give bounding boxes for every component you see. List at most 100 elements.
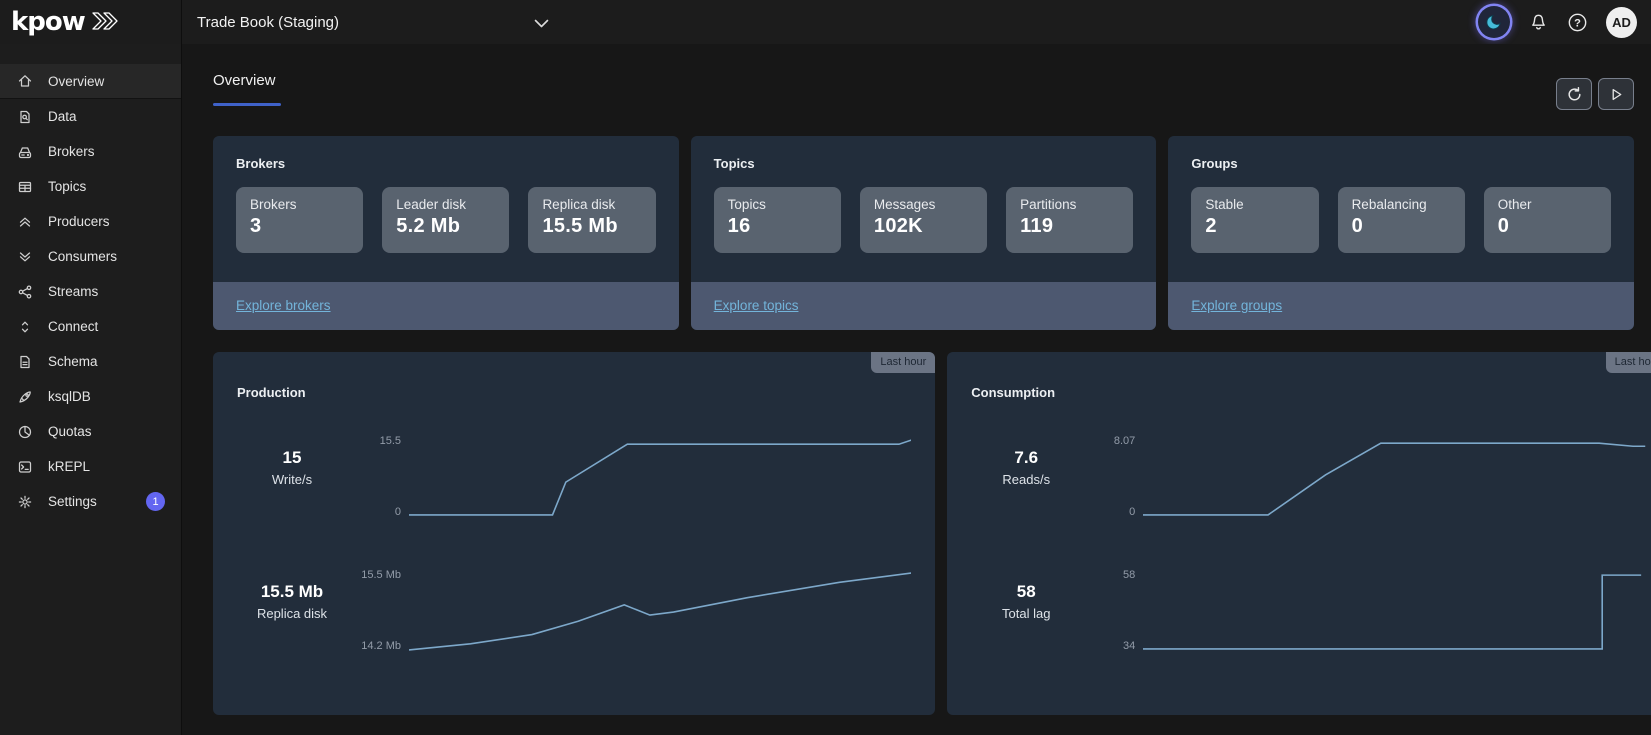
card-footer: Explore groups: [1168, 282, 1634, 330]
total-lag-sparkline: [1143, 570, 1645, 652]
refresh-icon: [1566, 86, 1583, 103]
stat-tile-stable: Stable 2: [1191, 187, 1318, 253]
sidebar-item-streams[interactable]: Streams: [0, 274, 181, 309]
writes-chart-row: 15 Write/s 15.5 0: [237, 436, 911, 518]
document-icon: [16, 353, 33, 370]
sidebar-item-label: Schema: [48, 354, 98, 369]
top-bar: kpow Trade Book (Staging): [0, 0, 1651, 44]
chevron-down-icon: [534, 15, 549, 33]
sidebar-item-label: Overview: [48, 74, 104, 89]
play-icon: [1609, 87, 1624, 102]
sidebar-item-krepl[interactable]: kREPL: [0, 449, 181, 484]
stat-tile-replica-disk: Replica disk 15.5 Mb: [528, 187, 655, 253]
sidebar-item-brokers[interactable]: Brokers: [0, 134, 181, 169]
sidebar-item-schema[interactable]: Schema: [0, 344, 181, 379]
cluster-selector[interactable]: Trade Book (Staging): [197, 12, 549, 33]
stat-value: 0: [1352, 215, 1451, 238]
sidebar-item-connect[interactable]: Connect: [0, 309, 181, 344]
card-title: Topics: [691, 136, 1157, 171]
theme-toggle-moon-icon[interactable]: [1478, 6, 1510, 38]
gear-icon: [16, 493, 33, 510]
stat-label: Partitions: [1020, 197, 1119, 212]
rocket-icon: [16, 388, 33, 405]
reads-label: Reads/s: [971, 472, 1081, 487]
sidebar-item-label: Connect: [48, 319, 98, 334]
groups-card: Groups Stable 2 Rebalancing 0 Other 0: [1168, 136, 1634, 330]
sidebar-item-consumers[interactable]: Consumers: [0, 239, 181, 274]
tab-overview[interactable]: Overview: [213, 72, 281, 106]
stat-label: Leader disk: [396, 197, 495, 212]
refresh-button[interactable]: [1556, 78, 1592, 110]
time-range-badge: Last hour: [1606, 352, 1651, 373]
sidebar-item-label: Quotas: [48, 424, 92, 439]
tab-overview-label: Overview: [213, 72, 281, 89]
explore-groups-link[interactable]: Explore groups: [1191, 298, 1282, 313]
writes-value: 15: [237, 448, 347, 468]
stat-value: 5.2 Mb: [396, 215, 495, 238]
logo-area: kpow: [0, 0, 182, 44]
stat-tile-brokers: Brokers 3: [236, 187, 363, 253]
pie-icon: [16, 423, 33, 440]
explore-topics-link[interactable]: Explore topics: [714, 298, 799, 313]
stat-tile-topics: Topics 16: [714, 187, 841, 253]
y-axis-labels: 58 34: [1081, 570, 1143, 652]
brokers-card: Brokers Brokers 3 Leader disk 5.2 Mb Rep…: [213, 136, 679, 330]
reads-value: 7.6: [971, 448, 1081, 468]
sidebar-item-label: Consumers: [48, 249, 117, 264]
cluster-name: Trade Book (Staging): [197, 14, 339, 31]
stat-value: 3: [250, 215, 349, 238]
stat-value: 102K: [874, 215, 973, 238]
terminal-icon: [16, 458, 33, 475]
sidebar-item-settings[interactable]: Settings 1: [0, 484, 181, 519]
sidebar-item-label: Streams: [48, 284, 98, 299]
replica-disk-label: Replica disk: [237, 606, 347, 621]
reads-chart-row: 7.6 Reads/s 8.07 0: [971, 436, 1645, 518]
stat-label: Messages: [874, 197, 973, 212]
user-avatar[interactable]: AD: [1606, 7, 1637, 38]
chevrons-up-icon: [16, 213, 33, 230]
stat-value: 16: [728, 215, 827, 238]
reads-sparkline: [1143, 436, 1645, 518]
share-icon: [16, 283, 33, 300]
topbar-actions: ? AD: [1478, 6, 1651, 38]
stat-label: Stable: [1205, 197, 1304, 212]
sidebar-item-ksqldb[interactable]: ksqlDB: [0, 379, 181, 414]
stat-label: Brokers: [250, 197, 349, 212]
card-title: Brokers: [213, 136, 679, 171]
help-icon[interactable]: ?: [1567, 12, 1588, 33]
writes-label: Write/s: [237, 472, 347, 487]
kpow-logo-chevrons-icon: [91, 11, 125, 36]
notifications-bell-icon[interactable]: [1528, 12, 1549, 33]
consumption-chart-card: Last hour Consumption 7.6 Reads/s 8.07 0: [947, 352, 1651, 715]
sidebar-item-label: ksqlDB: [48, 389, 91, 404]
explore-brokers-link[interactable]: Explore brokers: [236, 298, 331, 313]
card-footer: Explore brokers: [213, 282, 679, 330]
home-icon: [16, 73, 33, 90]
stat-tile-leader-disk: Leader disk 5.2 Mb: [382, 187, 509, 253]
stat-tile-partitions: Partitions 119: [1006, 187, 1133, 253]
settings-badge: 1: [146, 492, 165, 511]
sidebar-item-data[interactable]: Data: [0, 99, 181, 134]
chevrons-down-icon: [16, 248, 33, 265]
table-icon: [16, 178, 33, 195]
card-title: Groups: [1168, 136, 1634, 171]
chart-title: Production: [237, 385, 911, 400]
stat-label: Rebalancing: [1352, 197, 1451, 212]
chart-title: Consumption: [971, 385, 1645, 400]
stat-tile-rebalancing: Rebalancing 0: [1338, 187, 1465, 253]
play-button[interactable]: [1598, 78, 1634, 110]
stat-tile-messages: Messages 102K: [860, 187, 987, 253]
production-chart-card: Last hour Production 15 Write/s 15.5 0: [213, 352, 935, 715]
sidebar-item-topics[interactable]: Topics: [0, 169, 181, 204]
sidebar: Overview Data Brokers Topics Producers: [0, 44, 182, 735]
tab-active-underline: [213, 103, 281, 106]
file-search-icon: [16, 108, 33, 125]
time-range-badge: Last hour: [871, 352, 935, 373]
sidebar-item-producers[interactable]: Producers: [0, 204, 181, 239]
sidebar-item-quotas[interactable]: Quotas: [0, 414, 181, 449]
sidebar-item-overview[interactable]: Overview: [0, 64, 181, 99]
chevron-up-down-icon: [16, 318, 33, 335]
sidebar-item-label: Topics: [48, 179, 86, 194]
stat-tile-other: Other 0: [1484, 187, 1611, 253]
y-axis-labels: 8.07 0: [1081, 436, 1143, 518]
